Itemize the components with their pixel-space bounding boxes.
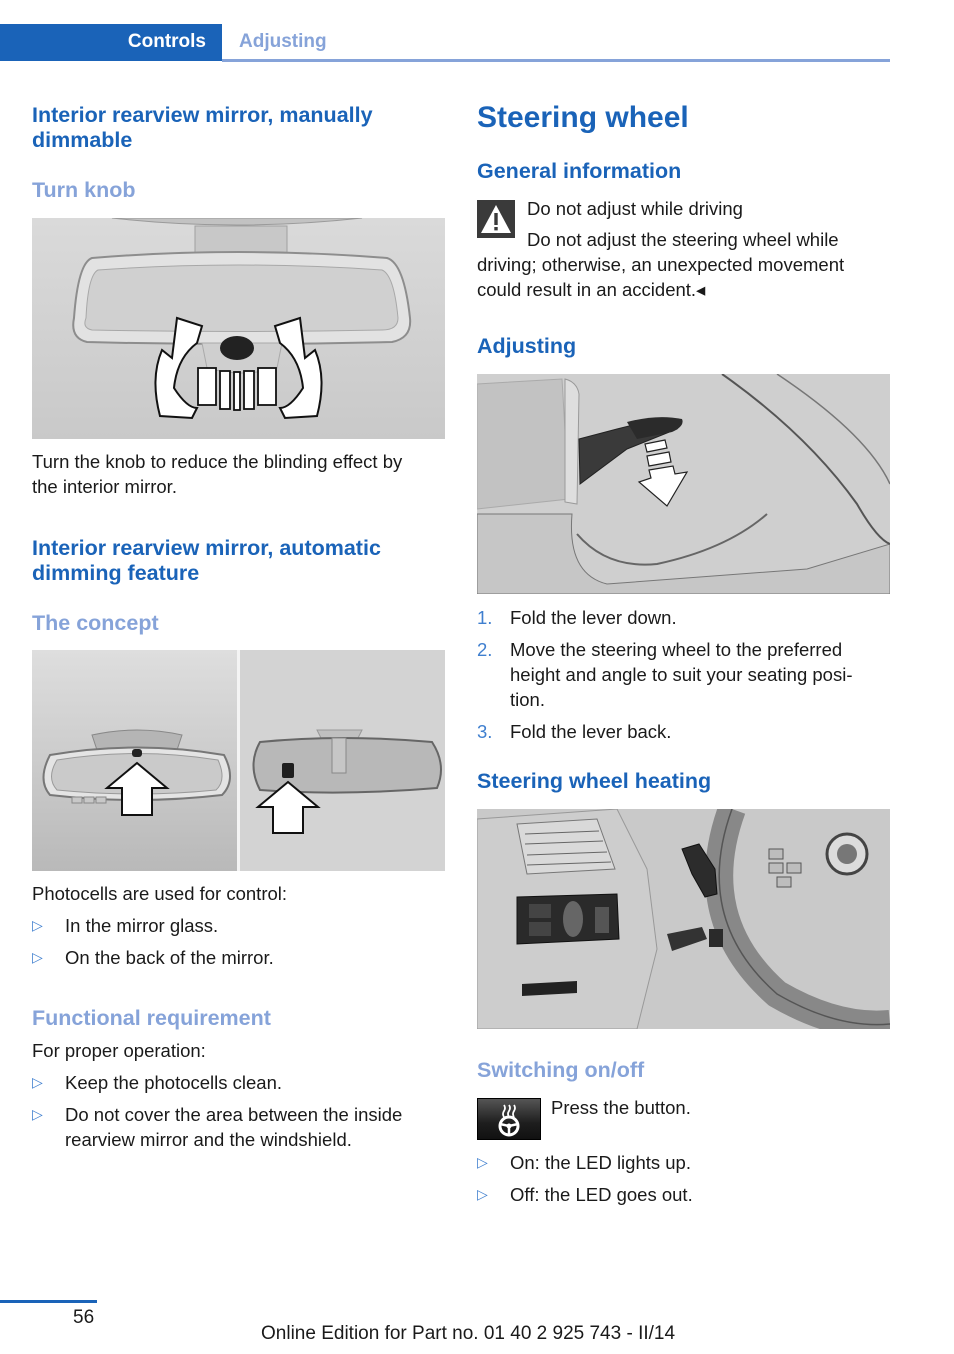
chapter-tab[interactable]: Controls <box>0 24 222 61</box>
list-item-text: Keep the photocells clean. <box>65 1072 283 1093</box>
figure-turn-knob <box>32 218 445 439</box>
photocell-illustration <box>32 650 445 871</box>
step-number: 2. <box>477 639 493 660</box>
warning-title: Do not adjust while driving <box>527 198 743 219</box>
list-item-text: On: the LED lights up. <box>510 1152 691 1173</box>
step-item: 2. Move the steering wheel to the prefer… <box>477 637 890 712</box>
step-item: 3. Fold the lever back. <box>477 719 890 744</box>
heading-line: Interior rearview mirror, manually <box>32 103 373 127</box>
text-line: Turn the knob to reduce the blinding eff… <box>32 451 403 472</box>
section-auto-dimming-title: Interior rearview mirror, automatic dimm… <box>32 536 452 586</box>
turn-knob-description: Turn the knob to reduce the blinding eff… <box>32 449 452 499</box>
press-button-text: Press the button. <box>551 1097 691 1118</box>
step-text: Move the steering wheel to the preferred… <box>510 637 890 712</box>
list-item-text: On the back of the mirror. <box>65 947 274 968</box>
dashboard-illustration <box>477 809 890 1029</box>
list-item-text: Off: the LED goes out. <box>510 1184 693 1205</box>
heating-button <box>709 929 723 947</box>
bullet-triangle-icon: ▷ <box>32 1106 43 1122</box>
subheading-functional-requirement: Functional requirement <box>32 1006 271 1030</box>
photocell-back <box>282 763 294 778</box>
bullet-triangle-icon: ▷ <box>32 917 43 933</box>
photocells-intro: Photocells are used for control: <box>32 883 288 904</box>
step-number: 1. <box>477 607 493 628</box>
subheading-turn-knob: Turn knob <box>32 178 136 202</box>
figure-dashboard <box>477 809 890 1029</box>
heading-general-information: General information <box>477 159 682 183</box>
step-text: Fold the lever down. <box>510 607 677 628</box>
step-text: Fold the lever back. <box>510 721 672 742</box>
figure-photocells <box>32 650 445 871</box>
list-item: ▷ On: the LED lights up. <box>477 1150 890 1175</box>
chapter-tab-label: Controls <box>127 31 206 52</box>
steering-wheel-heating-button-icon <box>477 1098 541 1140</box>
list-item: ▷ In the mirror glass. <box>32 913 452 938</box>
heading-line: dimming feature <box>32 561 200 585</box>
text-line: Move the steering wheel to the preferred <box>510 639 843 660</box>
requirement-intro: For proper operation: <box>32 1040 206 1061</box>
bullet-triangle-icon: ▷ <box>32 949 43 965</box>
bullet-triangle-icon: ▷ <box>477 1154 488 1170</box>
list-item-text: Do not cover the area between the inside… <box>65 1102 425 1152</box>
step-number: 3. <box>477 721 493 742</box>
list-item: ▷ Do not cover the area between the insi… <box>32 1102 452 1152</box>
page-number: 56 <box>73 1307 95 1328</box>
photocell-glass <box>132 749 142 757</box>
warning-icon <box>477 200 515 238</box>
list-item: ▷ On the back of the mirror. <box>32 945 452 970</box>
heading-line: dimmable <box>32 128 133 152</box>
warning-text-line: driving; otherwise, an unexpected moveme… <box>477 254 845 275</box>
figure-adjusting-lever <box>477 374 890 594</box>
list-item: ▷ Keep the photocells clean. <box>32 1070 452 1095</box>
text-line: height and angle to suit your seating po… <box>510 664 853 685</box>
text-line: the interior mirror. <box>32 476 177 497</box>
text-line: tion. <box>510 689 545 710</box>
page-title: Steering wheel <box>477 101 689 134</box>
mirror-knob-illustration <box>32 218 445 439</box>
list-item-text: In the mirror glass. <box>65 915 219 936</box>
edition-text: Online Edition for Part no. 01 40 2 925 … <box>261 1323 676 1344</box>
subheading-concept: The concept <box>32 611 159 635</box>
header-rule <box>222 59 890 62</box>
steering-lever-illustration <box>477 374 890 594</box>
breadcrumb[interactable]: Adjusting <box>239 31 327 53</box>
heading-adjusting: Adjusting <box>477 334 577 358</box>
footer-rule <box>0 1300 97 1303</box>
bullet-triangle-icon: ▷ <box>32 1074 43 1090</box>
list-item: ▷ Off: the LED goes out. <box>477 1182 890 1207</box>
text-line: Do not cover the area between the inside <box>65 1104 403 1125</box>
subheading-switching: Switching on/off <box>477 1058 645 1082</box>
heading-line: Interior rearview mirror, automatic <box>32 536 381 560</box>
text-line: rearview mirror and the windshield. <box>65 1129 352 1150</box>
step-item: 1. Fold the lever down. <box>477 605 890 630</box>
warning-text-line: could result in an accident.◂ <box>477 279 706 300</box>
heading-steering-wheel-heating: Steering wheel heating <box>477 769 712 793</box>
section-manual-mirror-title: Interior rearview mirror, manually dimma… <box>32 103 452 153</box>
warning-text-line: Do not adjust the steering wheel while <box>527 229 839 250</box>
knob-scale-icon <box>197 367 277 411</box>
bullet-triangle-icon: ▷ <box>477 1186 488 1202</box>
